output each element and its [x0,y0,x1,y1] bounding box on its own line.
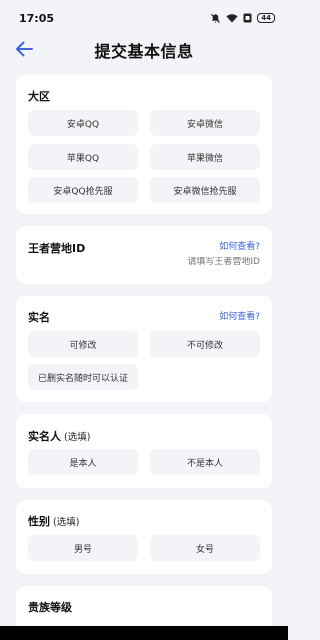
battery-icon: 44 [257,13,275,23]
region-option-android-qq-beta[interactable]: 安卓QQ抢先服 [28,177,138,203]
region-option-android-wechat-beta[interactable]: 安卓微信抢先服 [150,177,260,203]
region-option-android-wechat[interactable]: 安卓微信 [150,110,260,136]
region-title: 大区 [28,90,50,103]
real-name-help-link[interactable]: 如何查看? [219,309,260,322]
real-name-person-title: 实名人 (选填) [28,428,90,444]
camp-id-card: 王者营地ID 如何查看? [16,226,272,284]
optional-label: (选填) [64,432,91,443]
header: 提交基本信息 [0,36,288,64]
noble-level-title: 贵族等级 [28,601,72,614]
gender-option-male[interactable]: 男号 [28,535,138,561]
real-name-card: 实名 如何查看? 可修改 不可修改 已删实名随时可以认证 [16,296,272,402]
real-name-option-deleted[interactable]: 已删实名随时可以认证 [28,364,138,390]
camp-id-help-link[interactable]: 如何查看? [219,239,260,252]
gender-title: 性别 (选填) [28,513,79,529]
real-name-person-label: 实名人 [28,430,61,443]
region-option-android-qq[interactable]: 安卓QQ [28,110,138,136]
region-card: 大区 安卓QQ 安卓微信 苹果QQ 苹果微信 安卓QQ抢先服 安卓微信抢先服 [16,75,272,214]
real-name-title: 实名 [28,311,50,324]
sim-icon [243,13,252,23]
back-button[interactable] [12,37,36,61]
real-name-person-option-not-self[interactable]: 不是本人 [150,449,260,475]
camp-id-title: 王者营地ID [28,242,86,255]
gender-label: 性别 [28,515,50,528]
region-option-ios-wechat[interactable]: 苹果微信 [150,144,260,170]
mute-icon [210,13,221,24]
gender-card: 性别 (选填) 男号 女号 [16,500,272,574]
status-time: 17:05 [19,11,55,25]
real-name-option-not-editable[interactable]: 不可修改 [150,331,260,357]
wifi-icon [226,13,238,23]
real-name-person-option-self[interactable]: 是本人 [28,449,138,475]
back-arrow-icon [16,41,33,57]
region-option-ios-qq[interactable]: 苹果QQ [28,144,138,170]
optional-label: (选填) [53,517,80,528]
status-icons: 44 [210,13,275,24]
real-name-option-editable[interactable]: 可修改 [28,331,138,357]
camp-id-input[interactable] [120,257,260,267]
status-bar: 17:05 44 [0,0,288,36]
page-title: 提交基本信息 [94,42,194,61]
real-name-person-card: 实名人 (选填) 是本人 不是本人 [16,414,272,488]
system-nav-bar [0,626,288,640]
gender-option-female[interactable]: 女号 [150,535,260,561]
